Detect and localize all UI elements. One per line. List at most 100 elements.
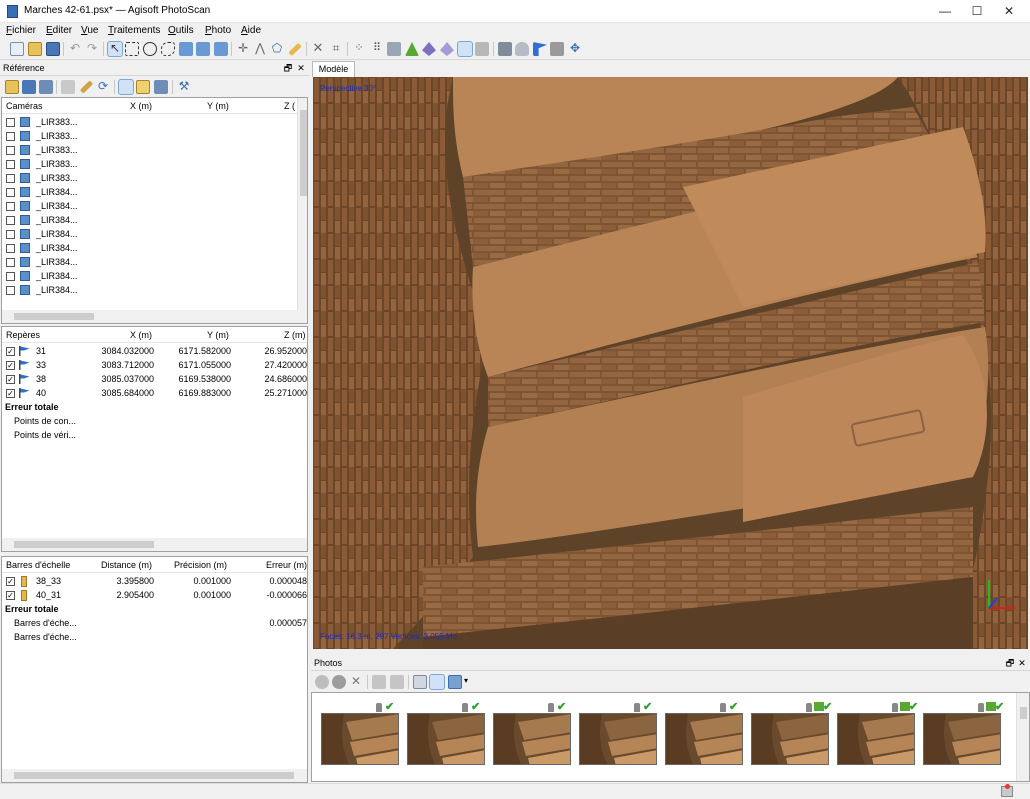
- model-wireframe-icon[interactable]: [440, 42, 454, 56]
- rotate-left-icon[interactable]: [372, 675, 386, 689]
- model-textured-icon[interactable]: [457, 41, 473, 57]
- col-y[interactable]: Y (m): [207, 330, 229, 340]
- camera-checkbox[interactable]: [6, 188, 15, 197]
- photo-thumbnail[interactable]: [923, 713, 1001, 765]
- col-markers[interactable]: Repères: [6, 330, 40, 340]
- camera-checkbox[interactable]: [6, 146, 15, 155]
- camera-row[interactable]: _LIR383...: [2, 157, 297, 171]
- settings-tools-icon[interactable]: ⚒: [177, 80, 191, 94]
- camera-checkbox[interactable]: [6, 132, 15, 141]
- view-estimated-icon[interactable]: [136, 80, 150, 94]
- camera-row[interactable]: _LIR383...: [2, 115, 297, 129]
- save-icon[interactable]: [46, 42, 60, 56]
- scrollbar-thumb[interactable]: [14, 313, 94, 320]
- camera-checkbox[interactable]: [6, 160, 15, 169]
- dense-cloud-icon[interactable]: ⠿: [370, 42, 384, 56]
- camera-checkbox[interactable]: [6, 258, 15, 267]
- cameras-horizontal-scrollbar[interactable]: [2, 310, 307, 323]
- markers-horizontal-scrollbar[interactable]: [2, 538, 307, 551]
- photo-thumbnail[interactable]: [321, 713, 399, 765]
- show-cameras-icon[interactable]: [498, 42, 512, 56]
- scalebar-row[interactable]: ✓ 40_31 2.905400 0.001000 -0.000066: [2, 588, 307, 602]
- polyline-icon[interactable]: ⋀: [253, 42, 267, 56]
- photo-thumbnail[interactable]: [751, 713, 829, 765]
- dense-cloud-classes-icon[interactable]: [387, 42, 401, 56]
- camera-row[interactable]: _LIR384...: [2, 255, 297, 269]
- menu-traitements[interactable]: Traitements: [108, 25, 160, 36]
- camera-checkbox[interactable]: [6, 216, 15, 225]
- marker-row[interactable]: ✓ 40 3085.684000 6169.883000 25.271000: [2, 386, 307, 400]
- show-region-icon[interactable]: [550, 42, 564, 56]
- col-x[interactable]: X (m): [130, 330, 152, 340]
- circle-selection-icon[interactable]: [143, 42, 157, 56]
- marker-row[interactable]: ✓ 38 3085.037000 6169.538000 24.686000: [2, 372, 307, 386]
- export-icon[interactable]: [22, 80, 36, 94]
- camera-row[interactable]: _LIR383...: [2, 143, 297, 157]
- pen-icon[interactable]: [79, 80, 94, 94]
- model-solid-icon[interactable]: [422, 42, 436, 56]
- scalebar-row[interactable]: ✓ 38_33 3.395800 0.001000 0.000048: [2, 574, 307, 588]
- menu-outils[interactable]: Outils: [168, 25, 194, 36]
- scrollbar-thumb[interactable]: [1020, 707, 1027, 719]
- point-measure-icon[interactable]: ✛: [236, 42, 250, 56]
- point-cloud-icon[interactable]: ⁘: [352, 42, 366, 56]
- marker-row[interactable]: ✓ 33 3083.712000 6171.055000 27.420000: [2, 358, 307, 372]
- minimize-button[interactable]: —: [928, 0, 962, 23]
- camera-checkbox[interactable]: [6, 174, 15, 183]
- scrollbar-thumb[interactable]: [14, 772, 294, 779]
- scalebar-checkbox[interactable]: ✓: [6, 577, 15, 586]
- remove-camera-icon[interactable]: ✕: [349, 675, 363, 689]
- photo-thumbnail[interactable]: [579, 713, 657, 765]
- camera-checkbox[interactable]: [6, 272, 15, 281]
- camera-row[interactable]: _LIR384...: [2, 185, 297, 199]
- cameras-vertical-scrollbar[interactable]: [297, 98, 307, 310]
- filter-photos-icon[interactable]: [413, 675, 427, 689]
- close-button[interactable]: ✕: [992, 0, 1026, 23]
- camera-checkbox[interactable]: [6, 244, 15, 253]
- marker-row[interactable]: ✓ 31 3084.032000 6171.582000 26.952000: [2, 344, 307, 358]
- tab-model[interactable]: Modèle: [312, 61, 355, 77]
- scrollbar-thumb[interactable]: [14, 541, 154, 548]
- calculator-icon[interactable]: [61, 80, 75, 94]
- export-table-icon[interactable]: [39, 80, 53, 94]
- free-form-selection-icon[interactable]: [161, 42, 175, 56]
- rotate-right-icon[interactable]: [390, 675, 404, 689]
- col-x[interactable]: X (m): [130, 101, 152, 111]
- view-source-icon[interactable]: [118, 79, 134, 95]
- marker-checkbox[interactable]: ✓: [6, 389, 15, 398]
- chevron-down-icon[interactable]: ▾: [464, 676, 468, 685]
- camera-checkbox[interactable]: [6, 230, 15, 239]
- camera-row[interactable]: _LIR383...: [2, 171, 297, 185]
- marker-checkbox[interactable]: ✓: [6, 375, 15, 384]
- open-folder-icon[interactable]: [28, 42, 42, 56]
- delete-selection-icon[interactable]: ✕: [311, 41, 325, 56]
- col-cameras[interactable]: Caméras: [6, 101, 43, 111]
- col-z[interactable]: Z (m): [284, 330, 306, 340]
- reset-filter-icon[interactable]: [429, 674, 445, 690]
- disable-camera-icon[interactable]: [332, 675, 346, 689]
- photos-vertical-scrollbar[interactable]: [1016, 693, 1029, 781]
- photos-float-icon[interactable]: 🗗: [1005, 656, 1015, 671]
- col-precision[interactable]: Précision (m): [174, 560, 227, 570]
- refresh-icon[interactable]: ⟳: [96, 80, 110, 94]
- photo-thumbnail[interactable]: [407, 713, 485, 765]
- col-error[interactable]: Erreur (m): [266, 560, 307, 570]
- marker-checkbox[interactable]: ✓: [6, 347, 15, 356]
- view-mode-icon[interactable]: [448, 675, 462, 689]
- photos-close-icon[interactable]: ✕: [1017, 656, 1027, 671]
- photo-thumbnail[interactable]: [837, 713, 915, 765]
- show-markers-icon[interactable]: [533, 42, 547, 56]
- scalebar-checkbox[interactable]: ✓: [6, 591, 15, 600]
- camera-checkbox[interactable]: [6, 286, 15, 295]
- scrollbar-thumb[interactable]: [300, 110, 307, 196]
- show-shapes-icon[interactable]: [515, 42, 529, 56]
- col-distance[interactable]: Distance (m): [101, 560, 152, 570]
- menu-aide[interactable]: Aide: [241, 25, 261, 36]
- menu-fichier[interactable]: Fichier: [6, 25, 36, 36]
- reset-view-icon[interactable]: ✥: [568, 42, 582, 56]
- camera-row[interactable]: _LIR384...: [2, 227, 297, 241]
- enable-camera-icon[interactable]: [315, 675, 329, 689]
- crop-selection-icon[interactable]: ⌗: [329, 42, 343, 56]
- col-scalebars[interactable]: Barres d'échelle: [6, 560, 70, 570]
- camera-row[interactable]: _LIR383...: [2, 129, 297, 143]
